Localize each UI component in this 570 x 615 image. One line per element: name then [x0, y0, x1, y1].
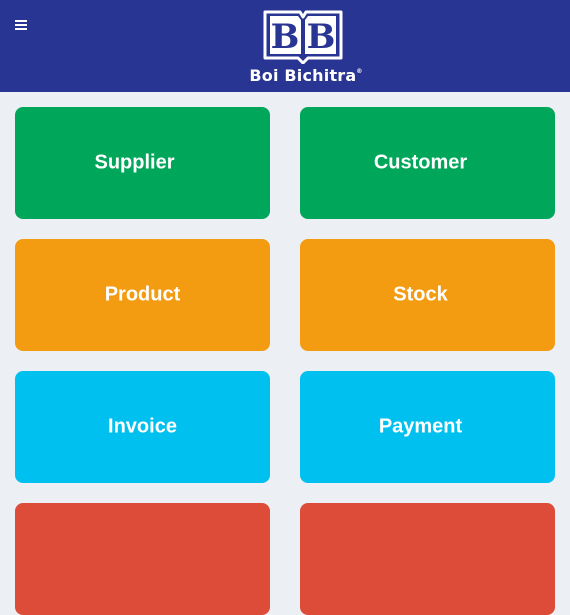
tile-label: Stock [393, 283, 448, 306]
svg-text:B: B [307, 17, 336, 57]
tile-invoice[interactable]: Invoice [15, 371, 270, 483]
tile-label: Product [104, 283, 181, 306]
brand-name: Boi Bichitra® [249, 66, 363, 85]
tile-label: Payment [378, 415, 463, 438]
tile-stock[interactable]: Stock [300, 239, 555, 351]
app-header: B B Boi Bichitra® [0, 0, 570, 92]
tile-label: Customer [373, 151, 468, 174]
svg-text:B: B [271, 17, 300, 57]
hamburger-menu-icon[interactable] [15, 20, 27, 31]
brand-logo[interactable]: B B Boi Bichitra® [246, 6, 366, 88]
tile-label: Invoice [108, 415, 177, 438]
tile-product[interactable]: Product [15, 239, 270, 351]
tile-label: Supplier [94, 151, 175, 174]
tile-customer[interactable]: Customer [300, 107, 555, 219]
book-logo-icon: B B [263, 10, 343, 64]
tile-supplier[interactable]: Supplier [15, 107, 270, 219]
tile-payment[interactable]: Payment [300, 371, 555, 483]
